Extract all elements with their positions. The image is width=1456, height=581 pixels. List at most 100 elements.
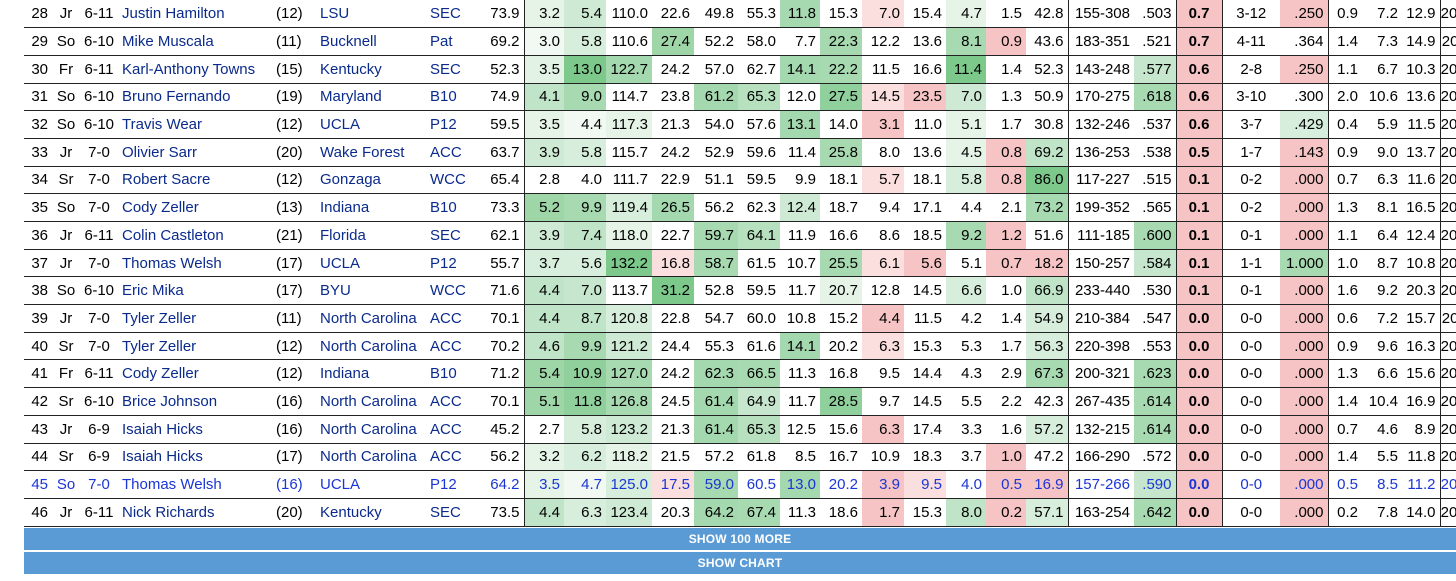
cell-name[interactable]: Justin Hamilton bbox=[118, 0, 272, 29]
cell-name[interactable]: Olivier Sarr bbox=[118, 137, 272, 167]
cell-year: 2013 bbox=[1439, 193, 1456, 222]
cell-c8: 10.8 bbox=[780, 304, 820, 333]
cell-fg: 210-384 bbox=[1067, 304, 1134, 333]
cell-conf[interactable]: ACC bbox=[426, 137, 480, 167]
cell-c10: 12.2 bbox=[862, 27, 904, 56]
table-row: 35 So 7-0 Cody Zeller (13) Indiana B10 73.3 5.2 9… bbox=[24, 193, 1456, 222]
cell-c6: 61.2 bbox=[694, 82, 738, 112]
cell-school[interactable]: Kentucky bbox=[316, 497, 426, 527]
cell-conf[interactable]: B10 bbox=[426, 359, 480, 389]
cell-c9: 20.2 bbox=[820, 470, 862, 499]
cell-c13: 2.1 bbox=[986, 193, 1026, 222]
cell-conf[interactable]: P12 bbox=[426, 470, 480, 499]
cell-school[interactable]: Kentucky bbox=[316, 54, 426, 84]
cell-c12: 9.2 bbox=[946, 221, 986, 250]
cell-name[interactable]: Tyler Zeller bbox=[118, 304, 272, 333]
cell-threes: 0-2 bbox=[1221, 193, 1280, 222]
cell-name[interactable]: Isaiah Hicks bbox=[118, 414, 272, 444]
cell-c8: 11.8 bbox=[780, 0, 820, 29]
cell-c10: 9.4 bbox=[862, 193, 904, 222]
cell-conf[interactable]: ACC bbox=[426, 331, 480, 361]
cell-school[interactable]: LSU bbox=[316, 0, 426, 29]
show-chart-button[interactable]: SHOW CHART bbox=[24, 552, 1456, 574]
cell-name[interactable]: Mike Muscala bbox=[118, 27, 272, 56]
cell-school[interactable]: Indiana bbox=[316, 359, 426, 389]
cell-threes: 3-12 bbox=[1221, 0, 1280, 29]
cell-c8: 9.9 bbox=[780, 165, 820, 195]
cell-class: So bbox=[52, 276, 80, 306]
cell-name[interactable]: Brice Johnson bbox=[118, 387, 272, 416]
cell-c20: 1.6 bbox=[1327, 276, 1362, 306]
cell-school[interactable]: BYU bbox=[316, 276, 426, 306]
cell-class: Jr bbox=[52, 414, 80, 444]
cell-school[interactable]: North Carolina bbox=[316, 387, 426, 416]
cell-name[interactable]: Cody Zeller bbox=[118, 193, 272, 222]
cell-conf[interactable]: SEC bbox=[426, 221, 480, 250]
cell-school[interactable]: Gonzaga bbox=[316, 165, 426, 195]
cell-school[interactable]: Florida bbox=[316, 221, 426, 250]
cell-conf[interactable]: Pat bbox=[426, 27, 480, 56]
cell-c13: 1.0 bbox=[986, 276, 1026, 306]
cell-name[interactable]: Nick Richards bbox=[118, 497, 272, 527]
cell-conf[interactable]: SEC bbox=[426, 0, 480, 29]
cell-name[interactable]: Tyler Zeller bbox=[118, 331, 272, 361]
cell-school[interactable]: Indiana bbox=[316, 193, 426, 222]
cell-conf[interactable]: WCC bbox=[426, 165, 480, 195]
cell-year: 2017 bbox=[1439, 276, 1456, 306]
table-row: 42 Sr 6-10 Brice Johnson (16) North Carolina A… bbox=[24, 387, 1456, 416]
cell-c12: 8.1 bbox=[946, 27, 986, 56]
cell-school[interactable]: Maryland bbox=[316, 82, 426, 112]
cell-conf[interactable]: ACC bbox=[426, 414, 480, 444]
show-more-button[interactable]: SHOW 100 MORE bbox=[24, 528, 1456, 550]
cell-c1: 59.5 bbox=[480, 110, 524, 139]
cell-year: 2020 bbox=[1439, 497, 1456, 527]
cell-name[interactable]: Colin Castleton bbox=[118, 221, 272, 250]
cell-school[interactable]: North Carolina bbox=[316, 442, 426, 472]
cell-bold: 0.0 bbox=[1175, 414, 1222, 444]
cell-conf[interactable]: P12 bbox=[426, 110, 480, 139]
cell-school[interactable]: North Carolina bbox=[316, 304, 426, 333]
cell-school[interactable]: Wake Forest bbox=[316, 137, 426, 167]
cell-name[interactable]: Cody Zeller bbox=[118, 359, 272, 389]
cell-conf[interactable]: SEC bbox=[426, 497, 480, 527]
stats-table-container: 28 Jr 6-11 Justin Hamilton (12) LSU SEC 73.9 3.2… bbox=[24, 0, 1456, 527]
cell-threes: 0-0 bbox=[1221, 359, 1280, 389]
cell-name[interactable]: Thomas Welsh bbox=[118, 470, 272, 499]
cell-c14: 18.2 bbox=[1026, 248, 1068, 278]
cell-conf[interactable]: WCC bbox=[426, 276, 480, 306]
cell-c7: 66.5 bbox=[738, 359, 780, 389]
cell-name[interactable]: Robert Sacre bbox=[118, 165, 272, 195]
cell-c5: 21.3 bbox=[652, 110, 694, 139]
cell-name[interactable]: Karl-Anthony Towns bbox=[118, 54, 272, 84]
cell-threepct: .000 bbox=[1280, 414, 1328, 444]
cell-name[interactable]: Eric Mika bbox=[118, 276, 272, 306]
cell-school[interactable]: UCLA bbox=[316, 110, 426, 139]
cell-school[interactable]: Bucknell bbox=[316, 27, 426, 56]
cell-name[interactable]: Thomas Welsh bbox=[118, 248, 272, 278]
cell-name[interactable]: Isaiah Hicks bbox=[118, 442, 272, 472]
cell-name[interactable]: Bruno Fernando bbox=[118, 82, 272, 112]
cell-threepct: .000 bbox=[1280, 470, 1328, 499]
cell-conf[interactable]: B10 bbox=[426, 193, 480, 222]
cell-school[interactable]: North Carolina bbox=[316, 414, 426, 444]
cell-conf[interactable]: SEC bbox=[426, 54, 480, 84]
cell-conf[interactable]: P12 bbox=[426, 248, 480, 278]
cell-conf[interactable]: ACC bbox=[426, 387, 480, 416]
cell-c10: 3.9 bbox=[862, 470, 904, 499]
cell-name[interactable]: Travis Wear bbox=[118, 110, 272, 139]
cell-c14: 43.6 bbox=[1026, 27, 1068, 56]
cell-school[interactable]: UCLA bbox=[316, 248, 426, 278]
cell-c3: 5.8 bbox=[564, 27, 606, 56]
cell-c4: 123.4 bbox=[606, 497, 652, 527]
cell-c6: 59.7 bbox=[694, 221, 738, 250]
cell-c10: 5.7 bbox=[862, 165, 904, 195]
cell-c8: 11.4 bbox=[780, 137, 820, 167]
cell-threepct: .364 bbox=[1280, 27, 1328, 56]
cell-threepct: .429 bbox=[1280, 110, 1328, 139]
cell-threes: 3-7 bbox=[1221, 110, 1280, 139]
cell-conf[interactable]: ACC bbox=[426, 442, 480, 472]
cell-school[interactable]: North Carolina bbox=[316, 331, 426, 361]
cell-school[interactable]: UCLA bbox=[316, 470, 426, 499]
cell-conf[interactable]: B10 bbox=[426, 82, 480, 112]
cell-conf[interactable]: ACC bbox=[426, 304, 480, 333]
